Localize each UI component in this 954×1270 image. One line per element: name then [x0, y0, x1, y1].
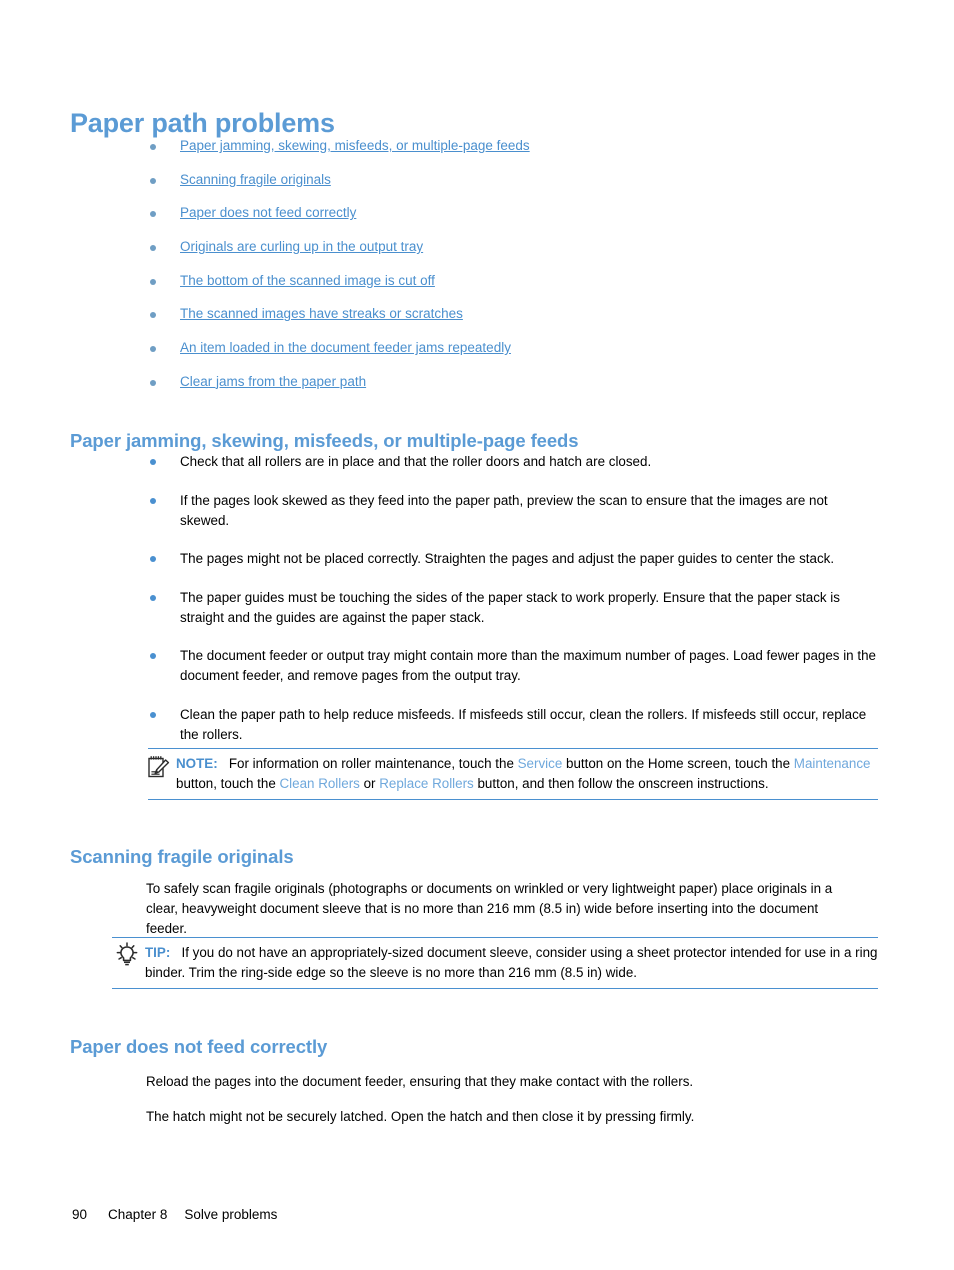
toc-link[interactable]: Scanning fragile originals [180, 172, 331, 187]
toc-link[interactable]: Paper does not feed correctly [180, 205, 356, 220]
note-callout: NOTE: For information on roller maintena… [148, 748, 878, 800]
list-item-text: The paper guides must be touching the si… [180, 589, 840, 625]
footer-chapter-title: Solve problems [184, 1207, 278, 1222]
note-pad-pencil-icon [148, 755, 170, 779]
toc-link[interactable]: The bottom of the scanned image is cut o… [180, 273, 435, 288]
list-item-text: Clean the paper path to help reduce misf… [180, 706, 867, 742]
divider-bottom [148, 799, 878, 800]
list-item: Clean the paper path to help reduce misf… [148, 705, 878, 745]
lightbulb-icon [114, 942, 140, 968]
list-item-text: If the pages look skewed as they feed in… [180, 492, 828, 528]
bullet-icon [150, 278, 156, 285]
list-item: The pages might not be placed correctly.… [148, 549, 878, 569]
bullet-icon [150, 497, 156, 504]
toc-item[interactable]: Paper jamming, skewing, misfeeds, or mul… [148, 137, 868, 171]
toc-item[interactable]: The bottom of the scanned image is cut o… [148, 272, 868, 306]
note-label: NOTE: [176, 756, 218, 771]
toc-link[interactable]: An item loaded in the document feeder ja… [180, 340, 511, 355]
footer-page-number: 90 [72, 1207, 88, 1222]
tip-label: TIP: [145, 945, 171, 960]
section-heading-fragile: Scanning fragile originals [70, 846, 294, 868]
bullet-icon [150, 177, 156, 184]
page-title: Paper path problems [70, 108, 335, 139]
list-item: If the pages look skewed as they feed in… [148, 491, 878, 531]
divider-bottom [112, 988, 878, 989]
bullet-icon [150, 459, 156, 465]
paragraph-feed-1: Reload the pages into the document feede… [146, 1074, 694, 1090]
bullet-icon [150, 312, 156, 319]
toc-item[interactable]: Originals are curling up in the output t… [148, 238, 868, 272]
bullet-icon [150, 653, 156, 659]
bullet-icon [150, 594, 156, 601]
note-text-part-4: or [359, 775, 380, 791]
ui-term-replace-rollers: Replace Rollers [379, 775, 474, 791]
ui-term-maintenance: Maintenance [793, 756, 871, 771]
list-item-text: Check that all rollers are in place and … [180, 454, 652, 469]
bullet-list-jamming: Check that all rollers are in place and … [148, 452, 878, 763]
list-item: Check that all rollers are in place and … [148, 452, 878, 472]
list-item-text: The document feeder or output tray might… [180, 648, 876, 683]
paragraph-feed-2: The hatch might not be securely latched.… [146, 1109, 695, 1125]
ui-term-service: Service [517, 756, 563, 771]
note-text-part-1: For information on roller maintenance, t… [228, 756, 518, 771]
note-text-part-5: button, and then follow the onscreen ins… [473, 775, 769, 791]
section-heading-feed: Paper does not feed correctly [70, 1036, 328, 1058]
section-heading-jamming: Paper jamming, skewing, misfeeds, or mul… [70, 430, 579, 452]
toc-item[interactable]: Paper does not feed correctly [148, 204, 868, 238]
bullet-icon [150, 346, 156, 353]
footer-chapter: Chapter 8 [108, 1207, 168, 1222]
bullet-icon [150, 144, 156, 150]
bullet-icon [150, 211, 156, 218]
bullet-icon [150, 245, 156, 252]
note-text-part-3: button, touch the [176, 775, 280, 791]
toc-list: Paper jamming, skewing, misfeeds, or mul… [148, 137, 868, 407]
bullet-icon [150, 711, 156, 718]
toc-link[interactable]: The scanned images have streaks or scrat… [180, 306, 463, 321]
toc-link[interactable]: Originals are curling up in the output t… [180, 239, 423, 254]
paragraph-fragile: To safely scan fragile originals (photog… [146, 881, 833, 937]
toc-item[interactable]: The scanned images have streaks or scrat… [148, 305, 868, 339]
toc-link[interactable]: Clear jams from the paper path [180, 374, 366, 389]
page-footer: 90 Chapter 8 Solve problems [57, 1192, 277, 1237]
document-page: Paper path problems Paper jamming, skewi… [0, 0, 954, 1270]
tip-body-text: If you do not have an appropriately-size… [145, 945, 878, 980]
list-item: The paper guides must be touching the si… [148, 588, 878, 628]
ui-term-clean-rollers: Clean Rollers [279, 775, 360, 791]
note-text-part-2: button on the Home screen, touch the [562, 756, 794, 771]
toc-item[interactable]: Clear jams from the paper path [148, 373, 868, 407]
bullet-icon [150, 379, 156, 386]
toc-link[interactable]: Paper jamming, skewing, misfeeds, or mul… [180, 138, 530, 153]
tip-callout: TIP: If you do not have an appropriately… [112, 937, 878, 989]
list-item-text: The pages might not be placed correctly.… [180, 551, 835, 566]
toc-item[interactable]: An item loaded in the document feeder ja… [148, 339, 868, 373]
list-item: The document feeder or output tray might… [148, 646, 878, 686]
tip-text: TIP: If you do not have an appropriately… [145, 943, 878, 982]
toc-item[interactable]: Scanning fragile originals [148, 171, 868, 205]
note-text: NOTE: For information on roller maintena… [176, 754, 878, 793]
bullet-icon [150, 556, 156, 562]
